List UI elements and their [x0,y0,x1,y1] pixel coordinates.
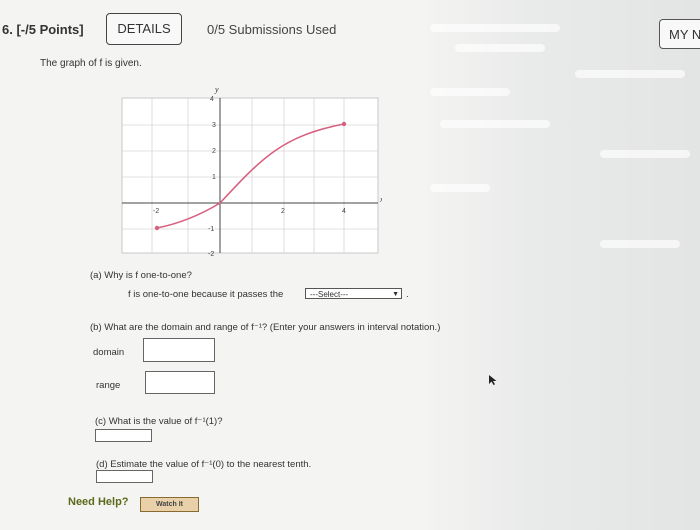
part-a-answer-prefix: f is one-to-one because it passes the [128,289,284,300]
submissions-used: 0/5 Submissions Used [207,22,337,37]
part-c-input[interactable] [95,429,152,442]
range-label: range [96,380,121,391]
curve-end-point [341,121,347,127]
blurred-line [430,184,490,192]
mouse-cursor-icon [489,375,497,385]
part-a-suffix: . [406,289,409,300]
y-tick-label: 4 [210,96,214,103]
y-tick-label: 3 [212,122,216,129]
x-tick-label: -2 [153,208,159,215]
x-axis-label: x [379,195,382,204]
select-value: ---Select--- [310,290,349,299]
problem-prompt: The graph of f is given. [40,58,142,69]
my-notes-button[interactable]: MY N [659,19,700,49]
question-header: 6. [-/5 Points] DETAILS 0/5 Submissions … [0,10,700,50]
range-input[interactable] [145,371,215,394]
curve-start-point [154,225,160,231]
blurred-line [600,240,680,248]
part-c-question: (c) What is the value of f⁻¹(1)? [95,416,223,427]
blurred-line [575,70,685,78]
x-tick-label: 2 [281,208,285,215]
part-d-input[interactable] [96,470,153,483]
chevron-down-icon: ▼ [392,291,399,298]
part-a-question: (a) Why is f one-to-one? [90,270,192,281]
vertical-horizontal-test-select[interactable]: ---Select--- ▼ [305,288,402,299]
y-tick-label: 2 [212,148,216,155]
blurred-side-panel [420,0,700,530]
watch-it-button[interactable]: Watch It [140,497,199,512]
part-b-question: (b) What are the domain and range of f⁻¹… [90,322,441,333]
part-d-question: (d) Estimate the value of f⁻¹(0) to the … [96,459,312,470]
y-tick-label: -2 [208,251,214,256]
blurred-line [440,120,550,128]
x-tick-label: 4 [342,208,346,215]
y-tick-label: 1 [212,174,216,181]
blurred-line [430,88,510,96]
question-number: 6. [-/5 Points] [2,22,84,37]
details-button[interactable]: DETAILS [106,13,182,45]
need-help-label: Need Help? [68,496,129,508]
domain-input[interactable] [143,338,215,362]
y-axis-label: y [214,86,219,94]
blurred-line [600,150,690,158]
y-tick-label: -1 [208,226,214,233]
graph-background [121,97,379,254]
domain-label: domain [93,347,125,358]
function-graph: x y -2 2 4 4 3 2 1 -1 -2 [121,86,382,256]
